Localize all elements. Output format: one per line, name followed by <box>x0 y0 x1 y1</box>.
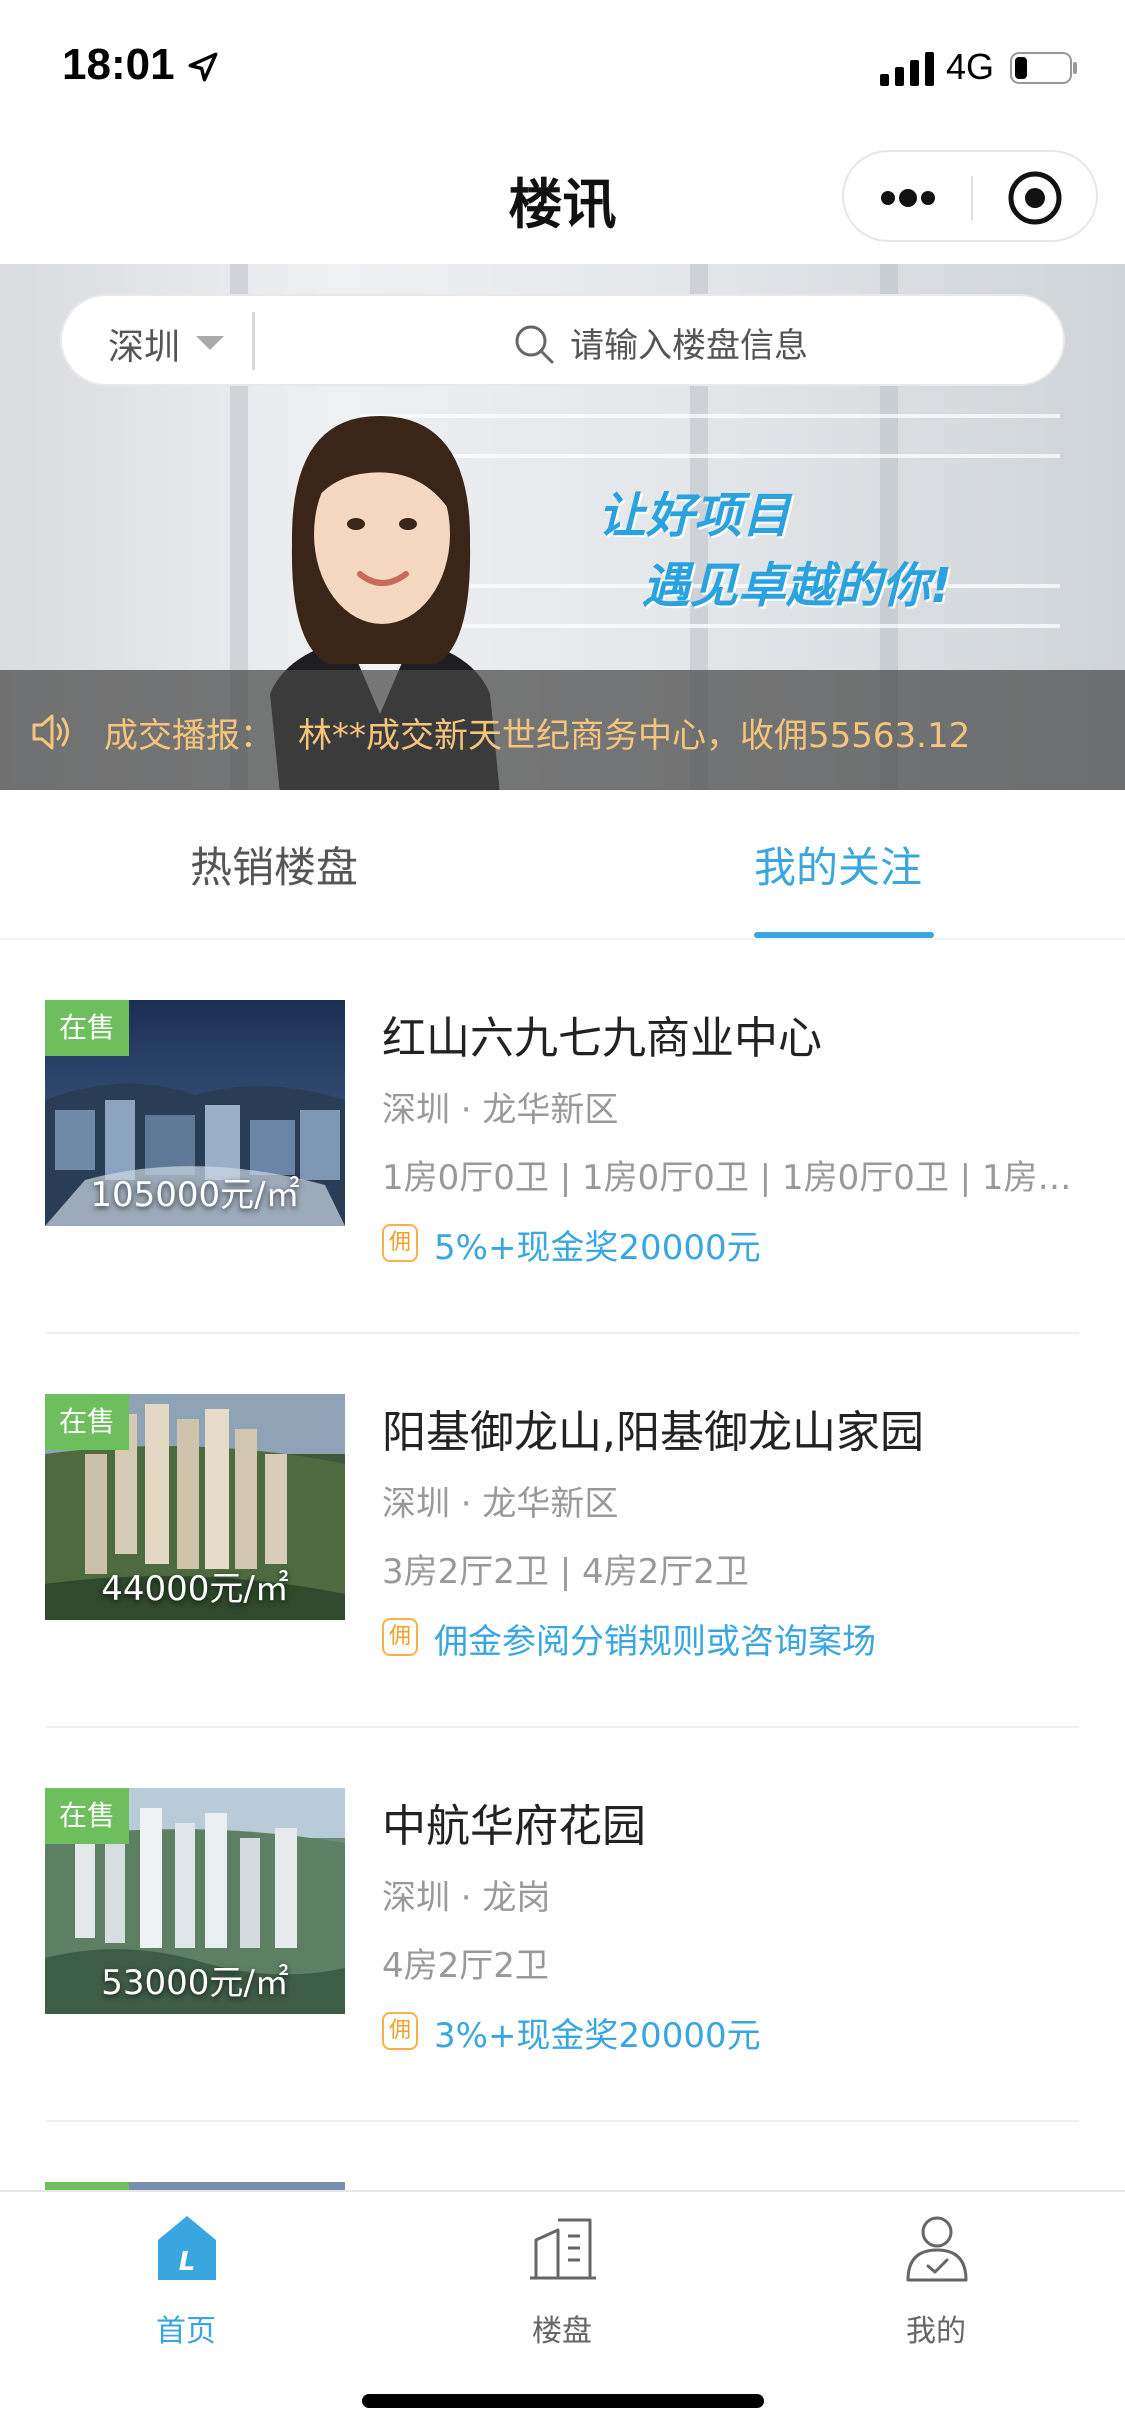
listing-layout: 1房0厅0卫 | 1房0厅0卫 | 1房0厅0卫 | 1房0厅0卫 <box>382 1158 1072 1198</box>
home-indicator[interactable] <box>362 2394 764 2408</box>
listing-thumbnail: 在售 53000元/㎡ <box>45 1788 345 2014</box>
tab-mine-label: 我的 <box>906 2314 966 2349</box>
listing-layout: 3房2厅2卫 | 4房2厅2卫 <box>382 1552 749 1592</box>
close-target-icon <box>1008 171 1062 225</box>
listing-thumbnail: 在售 44000元/㎡ <box>45 1394 345 1620</box>
battery-icon <box>1010 52 1077 84</box>
commission-icon: 佣 <box>382 1224 418 1262</box>
listing-price: 44000元/㎡ <box>101 1569 289 1609</box>
deal-broadcast[interactable]: 成交播报： 林**成交新天世纪商务中心，收佣55563.12 <box>0 670 1125 790</box>
mini-program-capsule <box>842 150 1098 242</box>
broadcast-message: 林**成交新天世纪商务中心，收佣55563.12 <box>298 716 971 756</box>
listing-location: 深圳 · 龙岗 <box>382 1878 551 1918</box>
chevron-down-icon[interactable] <box>196 336 224 350</box>
tab-buildings[interactable]: 楼盘 <box>462 2212 662 2362</box>
commission-icon: 佣 <box>382 2012 418 2050</box>
tab-home[interactable]: L 首页 <box>86 2212 286 2362</box>
more-button[interactable] <box>844 152 971 240</box>
speaker-icon <box>32 714 69 750</box>
profile-icon <box>906 2216 968 2282</box>
banner-slogan-line1: 让好项目 <box>598 488 791 544</box>
search-divider <box>252 312 255 370</box>
signal-icon <box>880 52 934 86</box>
status-bar: 18:01 4G <box>0 0 1125 130</box>
list-item[interactable]: 在售 105000元/㎡ 红山六九七九商业中心 深圳 · 龙华新区 1房0厅0卫… <box>0 940 1125 1334</box>
broadcast-label: 成交播报： <box>104 716 274 756</box>
listing-title: 红山六九七九商业中心 <box>382 1013 822 1064</box>
svg-text:L: L <box>179 2247 196 2277</box>
listing-photo <box>45 2182 345 2190</box>
sale-badge: 在售 <box>45 1788 129 1844</box>
home-icon: L <box>158 2216 216 2280</box>
banner-slogan-line2: 遇见卓越的你! <box>642 558 952 614</box>
tab-mine[interactable]: 我的 <box>836 2212 1036 2362</box>
content-tabs: 热销楼盘 我的关注 <box>0 790 1125 940</box>
close-button[interactable] <box>973 152 1098 240</box>
broadcast-text: 成交播报： 林**成交新天世纪商务中心，收佣55563.12 <box>104 708 970 757</box>
sale-badge: 在售 <box>45 1000 129 1056</box>
listing-thumbnail: 在售 105000元/㎡ <box>45 1000 345 1226</box>
location-arrow-icon <box>188 52 218 82</box>
listing-price: 105000元/㎡ <box>90 1175 300 1215</box>
more-dots-icon <box>881 189 935 207</box>
listing-location: 深圳 · 龙华新区 <box>382 1484 619 1524</box>
list-item[interactable]: 在售 44000元/㎡ 阳基御龙山,阳基御龙山家园 深圳 · 龙华新区 3房2厅… <box>0 1334 1125 1728</box>
building-icon <box>530 2218 596 2280</box>
status-time: 18:01 <box>62 40 175 89</box>
listing-price: 53000元/㎡ <box>101 1963 289 2003</box>
active-tab-indicator <box>754 932 934 938</box>
tab-hot-listings[interactable]: 热销楼盘 <box>190 834 358 895</box>
commission-icon: 佣 <box>382 1618 418 1656</box>
commission-text: 5%+现金奖20000元 <box>434 1228 761 1268</box>
commission-text: 3%+现金奖20000元 <box>434 2016 761 2056</box>
tab-my-follows[interactable]: 我的关注 <box>754 834 922 895</box>
list-item[interactable]: 在售 53000元/㎡ 中航华府花园 深圳 · 龙岗 4房2厅2卫 佣 3%+现… <box>0 1728 1125 2122</box>
listing-title: 阳基御龙山,阳基御龙山家园 <box>382 1407 924 1458</box>
city-selector[interactable]: 深圳 <box>108 318 180 370</box>
search-icon[interactable] <box>512 322 556 366</box>
listing-layout: 4房2厅2卫 <box>382 1946 549 1986</box>
listing-location: 深圳 · 龙华新区 <box>382 1090 619 1130</box>
listing-thumbnail <box>45 2182 345 2190</box>
tab-home-label: 首页 <box>156 2314 216 2349</box>
banner[interactable]: 让好项目 遇见卓越的你! 深圳 请输入楼盘信息 成交播报： 林**成交新天世纪商务… <box>0 264 1125 790</box>
search-bar: 深圳 请输入楼盘信息 <box>60 294 1065 386</box>
sale-badge: 在售 <box>45 1394 129 1450</box>
search-input[interactable]: 请输入楼盘信息 <box>570 318 808 367</box>
network-type: 4G <box>946 46 995 87</box>
nav-bar: 楼讯 <box>0 130 1125 264</box>
list-item[interactable] <box>0 2122 1125 2190</box>
listing-title: 中航华府花园 <box>382 1801 646 1852</box>
commission-text: 佣金参阅分销规则或咨询案场 <box>434 1622 876 1662</box>
tab-buildings-label: 楼盘 <box>532 2314 592 2349</box>
